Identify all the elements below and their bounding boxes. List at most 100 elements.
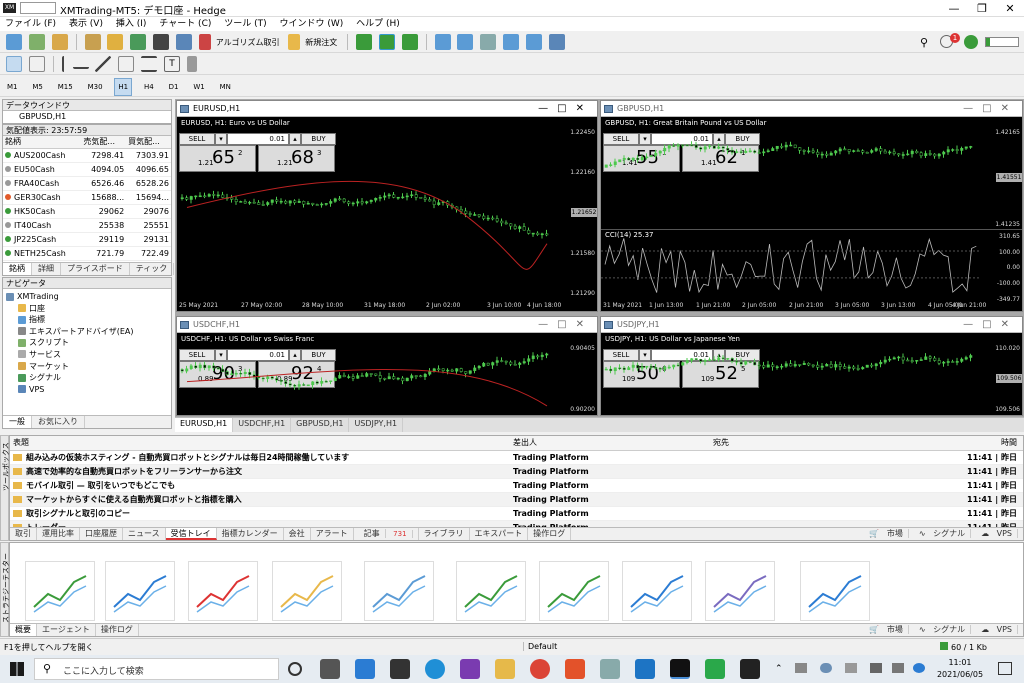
card-currencies[interactable] (622, 561, 692, 621)
nav-item-market[interactable]: マーケット (6, 361, 168, 373)
card-grid[interactable] (456, 561, 526, 621)
tab-exposure[interactable]: 運用比率 (37, 528, 80, 540)
chart-tab-gbpusd[interactable]: GBPUSD,H1 (291, 418, 350, 432)
chart-canvas[interactable]: USDJPY, H1: US Dollar vs Japanese Yen SEL… (601, 333, 1022, 414)
market-icon[interactable] (51, 34, 68, 50)
market-watch-row[interactable]: IT40Cash 25538 25551 (3, 218, 171, 233)
signals-link[interactable]: ∿ シグナル (914, 528, 976, 540)
tab-history[interactable]: 口座履歴 (80, 528, 123, 540)
tab-details[interactable]: 詳細 (32, 263, 61, 275)
mt5-taskbar-icon[interactable] (670, 659, 690, 679)
horizontal-line-icon[interactable] (72, 60, 89, 69)
chart-titlebar[interactable]: GBPUSD,H1 —□✕ (601, 101, 1022, 117)
mail-row[interactable]: 組み込みの仮装ホスティング - 自動売買ロボットとシグナルは毎日24時間稼働して… (10, 450, 1023, 465)
chart-window-buttons[interactable]: —□✕ (963, 317, 1018, 333)
tab-symbols[interactable]: 銘柄 (3, 263, 32, 275)
bar-chart-icon[interactable] (356, 34, 373, 50)
col-bid[interactable]: 売気配... (81, 136, 127, 149)
col-ask[interactable]: 買気配... (126, 136, 171, 149)
chart-titlebar[interactable]: USDCHF,H1 —□✕ (177, 317, 597, 333)
wifi-icon[interactable] (892, 663, 904, 673)
chart-tab-usdchf[interactable]: USDCHF,H1 (233, 418, 292, 432)
algo-trading-icon[interactable] (198, 34, 211, 50)
chart-window-buttons[interactable]: —□✕ (963, 101, 1018, 117)
menu-tools[interactable]: ツール (T) (219, 17, 271, 31)
card-scatter[interactable] (364, 561, 434, 621)
cursor-icon[interactable] (6, 56, 22, 72)
chrome-icon[interactable] (530, 659, 550, 679)
new-order-icon[interactable] (288, 34, 301, 50)
mail-row[interactable]: マーケットからすぐに使える自動売買ロボットと指標を購入 Trading Platf… (10, 492, 1023, 507)
tab-news[interactable]: ニュース (123, 528, 166, 540)
tray-icon-2[interactable] (845, 663, 857, 673)
chart-tab-eurusd[interactable]: EURUSD,H1 (175, 418, 234, 432)
chart-titlebar[interactable]: USDJPY,H1 —□✕ (601, 317, 1022, 333)
card-import[interactable] (800, 561, 870, 621)
new-chart-icon[interactable] (6, 34, 22, 50)
mail-row[interactable]: 取引シグナルと取引のコピー Trading Platform 11:41 | 昨日 (10, 506, 1023, 521)
wallet-icon[interactable] (107, 34, 124, 50)
tab-overview[interactable]: 概要 (10, 624, 37, 636)
tab-library[interactable]: ライブラリ (419, 528, 470, 540)
nav-item-accounts[interactable]: 口座 (6, 303, 168, 315)
tab-favorites[interactable]: お気に入り (32, 416, 85, 428)
tray-chevron-icon[interactable]: ⌃ (775, 664, 783, 674)
template-icon[interactable] (548, 34, 565, 50)
timeframe-d1[interactable]: D1 (166, 79, 182, 95)
new-order-button[interactable]: 新規注文 (305, 38, 337, 47)
chart-window-buttons[interactable]: —□✕ (538, 317, 593, 333)
nav-item-vps[interactable]: VPS (6, 384, 168, 396)
chart-canvas[interactable]: GBPUSD, H1: Great Britain Pound vs US Do… (601, 117, 1022, 310)
card-distribution[interactable] (705, 561, 775, 621)
market-watch-row[interactable]: NETH25Cash 721.79 722.49 (3, 246, 171, 261)
chart-shift-icon[interactable] (526, 34, 543, 50)
col-from[interactable]: 差出人 (510, 436, 710, 451)
taskbar-search-input[interactable]: ⚲ ここに入力して検索 (34, 658, 279, 680)
col-symbol[interactable]: 銘柄 (3, 136, 82, 149)
minimize-icon[interactable]: — (940, 0, 968, 17)
card-trend[interactable] (105, 561, 175, 621)
market-watch-row[interactable]: JP225Cash 29119 29131 (3, 232, 171, 247)
notification-center-icon[interactable] (998, 662, 1012, 675)
tab-journal[interactable]: 操作ログ (528, 528, 572, 540)
tab-agents[interactable]: エージェント (37, 624, 96, 636)
mail-row[interactable]: 高速で効率的な自動売買ロボットをフリーランサーから注文 Trading Platf… (10, 464, 1023, 479)
menu-insert[interactable]: 挿入 (I) (111, 17, 152, 31)
market-watch-row[interactable]: EU50Cash 4094.05 4096.65 (3, 162, 171, 177)
chart-window-buttons[interactable]: —□✕ (538, 101, 593, 117)
store-icon[interactable] (390, 659, 410, 679)
close-icon[interactable]: ✕ (996, 0, 1024, 17)
nav-item-experts[interactable]: エキスパートアドバイザ(EA) (6, 326, 168, 338)
candlestick-icon[interactable] (378, 34, 395, 50)
vps-link[interactable]: ☁ VPS (976, 528, 1023, 540)
timeframe-h1[interactable]: H1 (114, 78, 133, 96)
channel-icon[interactable] (118, 56, 135, 72)
vps-icon[interactable] (153, 34, 170, 50)
chart-window-eurusd[interactable]: EURUSD,H1 —□✕ EURUSD, H1: Euro vs US Dolla… (176, 100, 598, 312)
crosshair-icon[interactable] (28, 56, 45, 72)
timeframe-h4[interactable]: H4 (141, 79, 157, 95)
app-green-icon[interactable] (705, 659, 725, 679)
tab-experts[interactable]: エキスパート (470, 528, 529, 540)
clock[interactable]: 11:01 2021/06/05 (930, 657, 990, 681)
tab-tester-journal[interactable]: 操作ログ (96, 624, 139, 636)
file-explorer-icon[interactable] (495, 659, 515, 679)
trendline-icon[interactable] (95, 56, 112, 72)
mail-icon[interactable] (355, 659, 375, 679)
app-tray-icon[interactable] (913, 663, 925, 673)
zoom-out-icon[interactable] (457, 34, 474, 50)
timeframe-w1[interactable]: W1 (190, 79, 207, 95)
tab-calendar[interactable]: 指標カレンダー (217, 528, 284, 540)
nav-item-scripts[interactable]: スクリプト (6, 337, 168, 349)
tester-signals-link[interactable]: ∿ シグナル (914, 624, 976, 636)
tab-company[interactable]: 会社 (284, 528, 311, 540)
tester-market-link[interactable]: 🛒 市場 (864, 624, 914, 636)
fibonacci-icon[interactable] (141, 56, 158, 72)
chart-canvas[interactable]: EURUSD, H1: Euro vs US Dollar SELL ▾ 0.01 ▴ B… (177, 117, 597, 310)
search-market-icon[interactable] (176, 34, 192, 50)
restore-icon[interactable]: ❐ (968, 0, 996, 17)
office-icon[interactable] (565, 659, 585, 679)
tab-ticks[interactable]: ティック (130, 263, 175, 275)
mail-row[interactable]: モバイル取引 — 取引をいつでもどこでも Trading Platform 11:4… (10, 478, 1023, 493)
timeframe-m5[interactable]: M5 (29, 79, 46, 95)
